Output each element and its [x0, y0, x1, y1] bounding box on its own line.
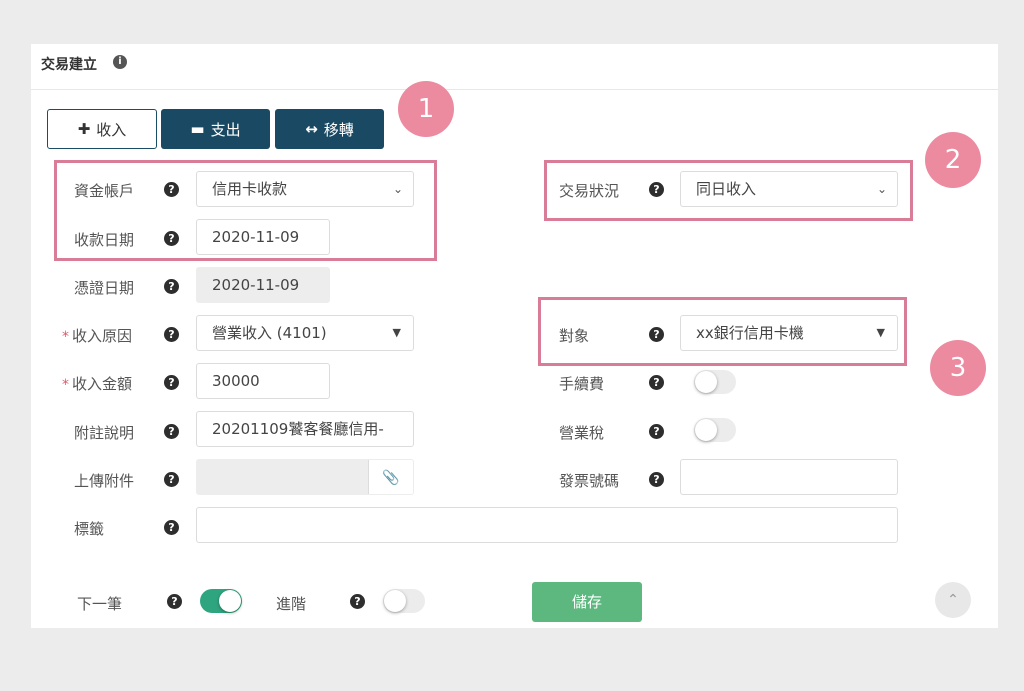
- invoice-no-label: 發票號碼: [559, 472, 620, 490]
- annotation-badge: 3: [930, 340, 986, 396]
- toggle-knob: [695, 371, 717, 393]
- help-icon[interactable]: ?: [164, 375, 179, 390]
- minus-icon: ▬: [190, 120, 205, 138]
- caret-down-icon: ▼: [392, 326, 401, 339]
- income-reason-label: * 收入原因: [62, 325, 132, 346]
- transfer-tab-label: 移轉: [323, 120, 354, 139]
- voucher-date-input: 2020-11-09: [196, 267, 330, 303]
- highlight-box: [544, 160, 913, 221]
- scroll-top-button[interactable]: ⌃: [935, 582, 971, 618]
- income-amount-value: 30000: [212, 372, 260, 390]
- annotation-badge: 2: [925, 132, 981, 188]
- note-value: 20201109饕客餐廳信用-: [212, 420, 384, 438]
- income-tab[interactable]: ✚ 收入: [47, 109, 157, 149]
- info-icon[interactable]: i: [113, 55, 127, 69]
- help-icon[interactable]: ?: [350, 594, 365, 609]
- required-mark: *: [62, 377, 69, 393]
- invoice-no-input[interactable]: [680, 459, 898, 495]
- note-input[interactable]: 20201109饕客餐廳信用-: [196, 411, 414, 447]
- voucher-date-label: 憑證日期: [74, 279, 135, 297]
- toggle-knob: [219, 590, 241, 612]
- help-icon[interactable]: ?: [649, 424, 664, 439]
- transfer-arrows-icon: ↔: [305, 120, 318, 138]
- help-icon[interactable]: ?: [649, 375, 664, 390]
- tags-label: 標籤: [74, 520, 105, 538]
- panel-header: 交易建立 i: [31, 44, 998, 90]
- income-amount-label-text: 收入金額: [72, 375, 133, 393]
- tags-input[interactable]: [196, 507, 898, 543]
- toggle-knob: [384, 590, 406, 612]
- annotation-badge: 1: [398, 81, 454, 137]
- chevron-up-icon: ⌃: [947, 592, 959, 608]
- income-amount-label: * 收入金額: [62, 373, 132, 394]
- income-tab-label: 收入: [96, 120, 127, 139]
- attachment-field[interactable]: 📎: [196, 459, 414, 495]
- advanced-toggle[interactable]: [383, 589, 425, 613]
- income-reason-label-text: 收入原因: [72, 327, 133, 345]
- next-toggle[interactable]: [200, 589, 242, 613]
- business-tax-toggle[interactable]: [694, 418, 736, 442]
- help-icon[interactable]: ?: [164, 424, 179, 439]
- expense-tab-label: 支出: [210, 120, 241, 139]
- income-reason-select[interactable]: 營業收入 (4101) ▼: [196, 315, 414, 351]
- paperclip-icon[interactable]: 📎: [368, 460, 413, 494]
- expense-tab[interactable]: ▬ 支出: [161, 109, 270, 149]
- help-icon[interactable]: ?: [164, 327, 179, 342]
- advanced-label: 進階: [276, 595, 307, 613]
- help-icon[interactable]: ?: [649, 472, 664, 487]
- page-title: 交易建立: [41, 57, 97, 73]
- income-amount-input[interactable]: 30000: [196, 363, 330, 399]
- voucher-date-value: 2020-11-09: [212, 276, 300, 294]
- note-label: 附註說明: [74, 424, 135, 442]
- fee-label: 手續費: [559, 375, 605, 393]
- highlight-box: [538, 297, 907, 366]
- transfer-tab[interactable]: ↔ 移轉: [275, 109, 384, 149]
- required-mark: *: [62, 329, 69, 345]
- income-reason-value: 營業收入 (4101): [212, 324, 327, 342]
- help-icon[interactable]: ?: [167, 594, 182, 609]
- next-label: 下一筆: [77, 595, 123, 613]
- fee-toggle[interactable]: [694, 370, 736, 394]
- help-icon[interactable]: ?: [164, 279, 179, 294]
- plus-icon: ✚: [77, 120, 91, 138]
- help-icon[interactable]: ?: [164, 472, 179, 487]
- highlight-box: [54, 160, 437, 261]
- toggle-knob: [695, 419, 717, 441]
- attachment-label: 上傳附件: [74, 472, 135, 490]
- business-tax-label: 營業稅: [559, 424, 605, 442]
- help-icon[interactable]: ?: [164, 520, 179, 535]
- save-button[interactable]: 儲存: [532, 582, 642, 622]
